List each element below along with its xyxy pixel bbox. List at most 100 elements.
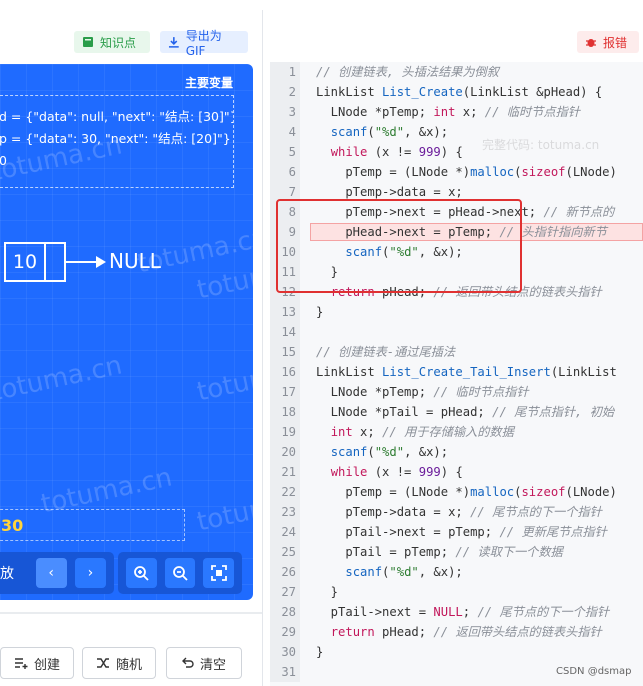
next-step-button[interactable]: › xyxy=(74,558,106,588)
code-text: scanf("%d", &x); xyxy=(330,445,449,459)
code-text: } xyxy=(316,645,324,659)
code-line: 16 LinkList List_Create_Tail_Insert(LinkL… xyxy=(270,362,643,382)
line-number: 16 xyxy=(270,362,300,382)
node-value: 10 xyxy=(6,244,46,280)
code-text: return pHead; // 返回带头结点的链表头指针 xyxy=(330,625,602,639)
export-gif-button[interactable]: 导出为GIF xyxy=(160,29,248,58)
code-line: 30} xyxy=(270,642,643,662)
code-line: 29 return pHead; // 返回带头结点的链表头指针 xyxy=(270,622,643,642)
book-icon xyxy=(83,37,93,47)
create-button[interactable]: 创建 xyxy=(0,647,74,679)
code-line: 6 pTemp = (LNode *)malloc(sizeof(LNode) xyxy=(270,162,643,182)
top-bar xyxy=(0,0,643,10)
code-line: 1 // 创建链表, 头插法结果为倒叙 xyxy=(270,62,643,82)
line-number: 22 xyxy=(270,482,300,502)
code-text: LNode *pTemp; int x; // 临时节点指针 xyxy=(316,105,580,119)
code-line: 20 scanf("%d", &x); xyxy=(270,442,643,462)
playback-controls: 放 ‹ › xyxy=(0,552,114,594)
code-line: 17 LNode *pTemp; // 临时节点指针 xyxy=(270,382,643,402)
chevron-left-icon: ‹ xyxy=(48,565,54,581)
arrowhead xyxy=(96,256,106,268)
code-text: // 创建链表-通过尾插法 xyxy=(316,345,456,359)
code-line: 27 } xyxy=(270,582,643,602)
code-line: 23 pTemp->data = x; // 尾节点的下一个指针 xyxy=(270,502,643,522)
zoom-controls xyxy=(118,552,242,594)
code-text: scanf("%d", &x); xyxy=(330,125,449,139)
visualization-panel: totuma.cn totuma.cn totuma.cn totuma.cn … xyxy=(0,64,253,600)
status-box: 30 xyxy=(0,509,185,541)
line-number: 25 xyxy=(270,542,300,562)
line-number: 29 xyxy=(270,622,300,642)
variables-box: d = {"data": null, "next": "结点: [30]"} p… xyxy=(0,95,234,188)
fit-view-button[interactable] xyxy=(203,558,235,588)
line-number: 2 xyxy=(270,82,300,102)
zoom-in-icon xyxy=(134,566,149,581)
line-number: 4 xyxy=(270,122,300,142)
main-variables-title: 主要变量 xyxy=(184,76,233,90)
code-line: 25 pTail = pTemp; // 读取下一个数据 xyxy=(270,542,643,562)
variable-line: p = {"data": 30, "next": "结点: [20]"} xyxy=(0,131,231,146)
knowledge-label: 知识点 xyxy=(100,35,137,50)
line-number: 18 xyxy=(270,402,300,422)
code-text: pTail = pTemp; // 读取下一个数据 xyxy=(316,545,563,559)
line-number: 24 xyxy=(270,522,300,542)
line-number: 3 xyxy=(270,102,300,122)
code-line: 18 LNode *pTail = pHead; // 尾节点指针, 初始 xyxy=(270,402,643,422)
chevron-right-icon: › xyxy=(87,565,94,581)
code-line: 2 LinkList List_Create(LinkList &pHead) { xyxy=(270,82,643,102)
code-editor: 1 // 创建链表, 头插法结果为倒叙 2 LinkList List_Create(… xyxy=(270,62,643,686)
code-text: int x; // 用于存储输入的数据 xyxy=(330,425,514,439)
code-text: pTemp = (LNode *)malloc(sizeof(LNode) xyxy=(316,485,617,499)
play-button[interactable]: 放 xyxy=(0,563,28,583)
clear-button[interactable]: 清空 xyxy=(166,647,242,679)
node-next-cell xyxy=(46,244,64,280)
shuffle-icon xyxy=(96,658,109,668)
line-number: 1 xyxy=(270,62,300,82)
code-line: 15 // 创建链表-通过尾插法 xyxy=(270,342,643,362)
code-text: while (x != 999) { xyxy=(330,145,463,159)
list-node: 10 xyxy=(4,242,66,282)
code-watermark: 完整代码: totuma.cn xyxy=(482,138,600,152)
code-text: LinkList List_Create(LinkList &pHead) { xyxy=(316,85,603,99)
report-error-button[interactable]: 报错 xyxy=(577,31,639,53)
code-text: LNode *pTemp; // 临时节点指针 xyxy=(316,385,529,399)
code-line: 14 xyxy=(270,322,643,342)
code-line: 24 pTail->next = pTemp; // 更新尾节点指针 xyxy=(270,522,643,542)
code-text: } xyxy=(316,585,339,599)
fit-view-icon xyxy=(210,565,227,581)
line-number: 21 xyxy=(270,462,300,482)
list-add-icon xyxy=(14,658,28,669)
code-line: 28 pTail->next = NULL; // 尾节点的下一个指针 xyxy=(270,602,643,622)
line-number: 6 xyxy=(270,162,300,182)
line-number: 14 xyxy=(270,322,300,342)
highlight-annotation-box xyxy=(276,199,522,293)
prev-step-button[interactable]: ‹ xyxy=(35,558,67,588)
line-number: 5 xyxy=(270,142,300,162)
code-line: 22 pTemp = (LNode *)malloc(sizeof(LNode) xyxy=(270,482,643,502)
random-button[interactable]: 随机 xyxy=(82,647,156,679)
line-number: 23 xyxy=(270,502,300,522)
status-text: 30 xyxy=(1,515,24,535)
line-number: 19 xyxy=(270,422,300,442)
code-line: 13} xyxy=(270,302,643,322)
code-text: // 创建链表, 头插法结果为倒叙 xyxy=(316,65,499,79)
zoom-in-button[interactable] xyxy=(126,558,157,588)
zoom-out-button[interactable] xyxy=(164,558,196,588)
code-text: pTemp = (LNode *)malloc(sizeof(LNode) xyxy=(316,165,617,179)
clear-label: 清空 xyxy=(199,657,226,673)
code-line: 3 LNode *pTemp; int x; // 临时节点指针 xyxy=(270,102,643,122)
code-line: 19 int x; // 用于存储输入的数据 xyxy=(270,422,643,442)
line-number: 20 xyxy=(270,442,300,462)
code-text: } xyxy=(316,305,324,319)
download-icon xyxy=(168,37,179,48)
line-number: 31 xyxy=(270,662,300,682)
line-number: 17 xyxy=(270,382,300,402)
divider xyxy=(0,612,262,614)
knowledge-button[interactable]: 知识点 xyxy=(74,31,150,53)
undo-icon xyxy=(181,657,194,668)
line-number: 28 xyxy=(270,602,300,622)
null-label: NULL xyxy=(109,249,161,273)
line-number: 30 xyxy=(270,642,300,662)
code-text: while (x != 999) { xyxy=(330,465,463,479)
code-text: pTail->next = NULL; // 尾节点的下一个指针 xyxy=(316,605,610,619)
